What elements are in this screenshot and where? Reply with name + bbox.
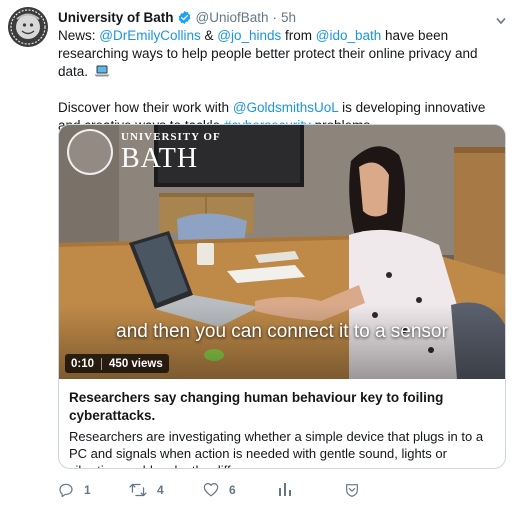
- retweet-count: 4: [157, 483, 164, 497]
- watermark-top: UNIVERSITY OF: [121, 131, 221, 143]
- retweet-icon: [129, 483, 147, 497]
- university-seal-icon: [67, 129, 113, 175]
- verified-badge-icon: [177, 10, 192, 25]
- like-button[interactable]: 6: [203, 482, 236, 497]
- mention-link[interactable]: @DrEmilyCollins: [99, 28, 200, 43]
- video-subtitle: and then you can connect it to a sensor: [116, 321, 448, 342]
- author-name[interactable]: University of Bath: [58, 10, 174, 25]
- video-view-count: 450 views: [109, 357, 163, 370]
- video-player[interactable]: UNIVERSITY OF BATH and then you can conn…: [59, 125, 505, 379]
- reply-icon: [59, 483, 73, 498]
- university-watermark: UNIVERSITY OF BATH: [67, 129, 221, 175]
- badge-divider: [101, 357, 103, 370]
- card-title[interactable]: Researchers say changing human behaviour…: [69, 389, 495, 425]
- avatar[interactable]: [8, 7, 48, 47]
- analytics-button[interactable]: [278, 482, 292, 496]
- media-card[interactable]: UNIVERSITY OF BATH and then you can conn…: [58, 124, 506, 469]
- direct-message-button[interactable]: [344, 482, 360, 498]
- tweet-timestamp[interactable]: 5h: [281, 10, 296, 25]
- text-span: Discover how their work with: [58, 100, 233, 115]
- direct-message-icon: [346, 484, 358, 497]
- card-text[interactable]: Researchers say changing human behaviour…: [59, 379, 505, 468]
- chevron-down-icon[interactable]: [496, 12, 506, 25]
- mention-link[interactable]: @GoldsmithsUoL: [233, 100, 339, 115]
- author-handle[interactable]: @UniofBath: [196, 10, 269, 25]
- tweet-paragraph-1: News: @DrEmilyCollins & @jo_hinds from @…: [58, 27, 504, 81]
- watermark-name: BATH: [121, 143, 199, 174]
- reply-count: 1: [84, 483, 91, 497]
- card-description: Researchers are investigating whether a …: [69, 429, 484, 468]
- tweet[interactable]: University of Bath @UniofBath · 5h News:…: [0, 0, 516, 507]
- university-seal-icon: [8, 7, 48, 47]
- video-stats-badge: 0:10 450 views: [65, 354, 169, 373]
- reply-button[interactable]: 1: [58, 482, 91, 498]
- video-duration: 0:10: [71, 357, 95, 370]
- heart-icon: [203, 483, 219, 497]
- mention-link[interactable]: @jo_hinds: [217, 28, 281, 43]
- watermark-text: UNIVERSITY OF BATH: [121, 131, 221, 173]
- text-span: &: [200, 28, 218, 43]
- text-span: from: [281, 28, 316, 43]
- separator-dot: ·: [272, 9, 278, 25]
- like-count: 6: [229, 482, 236, 497]
- tweet-text: News: @DrEmilyCollins & @jo_hinds from @…: [58, 27, 504, 135]
- retweet-button[interactable]: 4: [129, 482, 164, 498]
- mention-link[interactable]: @ido_bath: [316, 28, 382, 43]
- laptop-emoji-icon: [94, 64, 110, 77]
- tweet-actions: 1 4 6: [58, 482, 498, 502]
- analytics-icon: [279, 483, 291, 496]
- text-span: News:: [58, 28, 100, 43]
- tweet-header: University of Bath @UniofBath · 5h: [58, 8, 296, 26]
